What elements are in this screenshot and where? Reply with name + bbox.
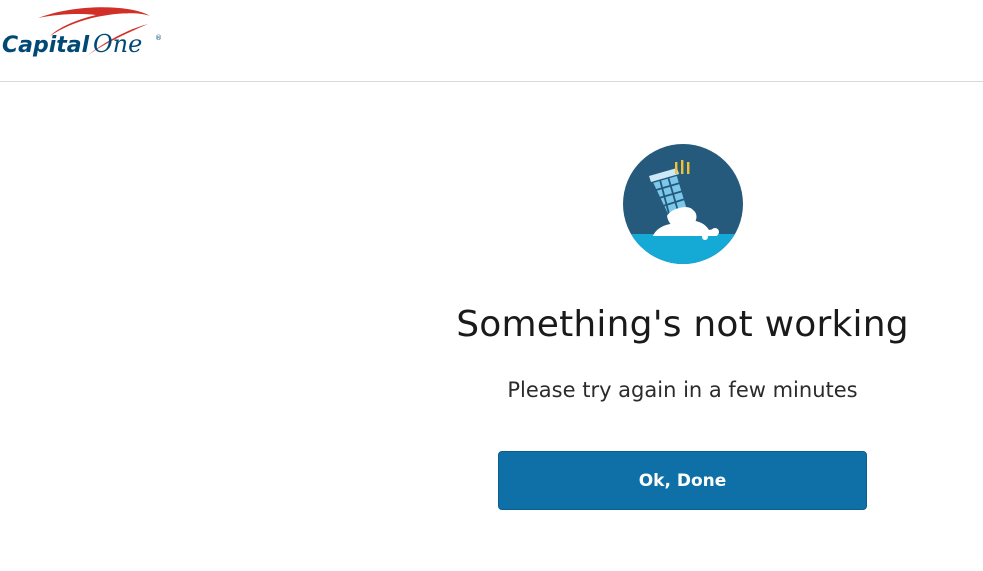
- error-message: Please try again in a few minutes: [507, 378, 858, 402]
- svg-text:Capital: Capital: [2, 33, 90, 58]
- svg-text:®: ®: [155, 34, 162, 42]
- svg-text:One: One: [93, 30, 142, 58]
- ok-done-button[interactable]: Ok, Done: [498, 451, 867, 510]
- capital-one-logo[interactable]: Capital One ®: [0, 6, 170, 68]
- page-title: Something's not working: [456, 304, 909, 345]
- spilled-ice-cream-icon: [623, 144, 743, 264]
- site-header: Capital One ®: [0, 0, 983, 82]
- error-panel: Something's not working Please try again…: [390, 82, 983, 571]
